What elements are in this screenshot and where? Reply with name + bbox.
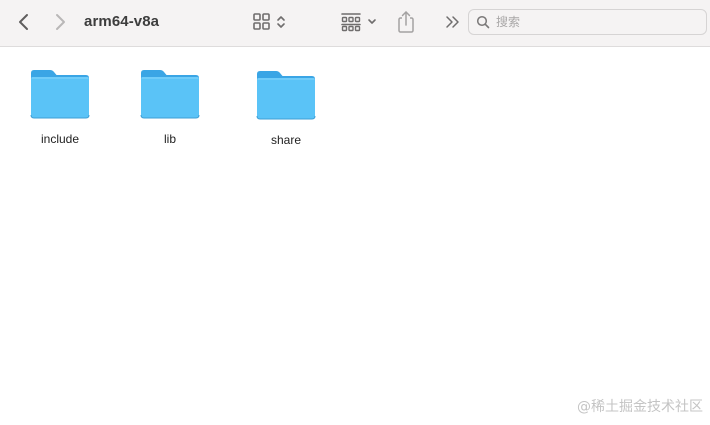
group-by-icon: [338, 10, 380, 34]
share-button[interactable]: [394, 8, 418, 36]
folder-label: lib: [163, 132, 176, 146]
folder-label: share: [270, 133, 302, 147]
folder-icon: [255, 69, 317, 121]
double-chevron-icon: [442, 10, 464, 34]
icon-grid-view-icon: [250, 10, 290, 34]
view-mode-button[interactable]: [250, 10, 290, 34]
chevron-right-icon: [48, 10, 72, 34]
group-by-button[interactable]: [338, 10, 380, 34]
watermark-text: @稀土掘金技术社区: [577, 399, 703, 415]
share-icon: [394, 8, 418, 36]
folder-item-share[interactable]: share: [246, 69, 326, 147]
folder-icon: [139, 68, 201, 120]
more-toolbar-items-button[interactable]: [442, 10, 464, 34]
chevron-left-icon: [12, 10, 36, 34]
search-field[interactable]: [468, 9, 707, 35]
forward-button[interactable]: [48, 10, 72, 34]
folder-item-lib[interactable]: lib: [130, 68, 210, 146]
back-button[interactable]: [12, 10, 36, 34]
folder-label: include: [40, 132, 80, 146]
search-icon: [475, 14, 491, 30]
folder-item-include[interactable]: include: [20, 68, 100, 146]
folder-icon: [29, 68, 91, 120]
file-browser-area: include lib share @稀土掘金技术社区: [0, 48, 710, 425]
search-input[interactable]: [496, 15, 696, 29]
finder-toolbar: arm64-v8a: [0, 0, 710, 47]
window-title: arm64-v8a: [84, 13, 160, 30]
